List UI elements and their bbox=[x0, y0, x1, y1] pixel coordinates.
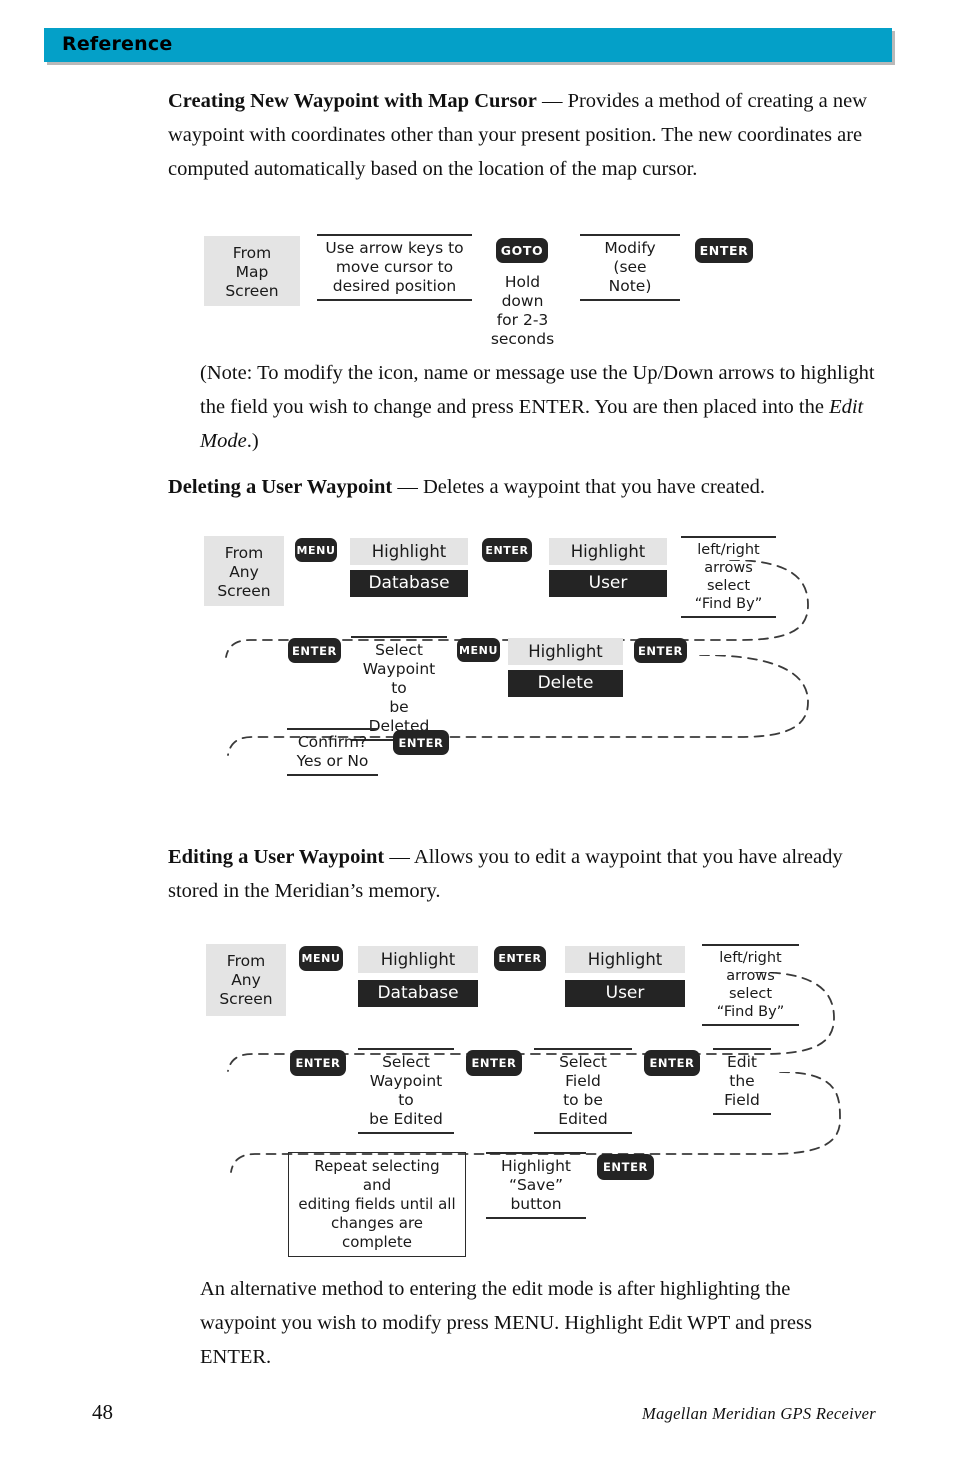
flow-edit-key-menu-row1[interactable]: MENU bbox=[299, 946, 343, 971]
flow-delete-connector-row2-row3 bbox=[140, 655, 830, 760]
flow-create-node-from-map-screen: From Map Screen bbox=[204, 236, 300, 306]
flow-delete-node-select-waypoint: Select Waypoint to be Deleted bbox=[351, 636, 447, 741]
flow-edit-key-enter-row2-c[interactable]: ENTER bbox=[644, 1050, 700, 1076]
section-creating-paragraph: Creating New Waypoint with Map Cursor — … bbox=[168, 84, 880, 186]
flow-edit-node-user: User bbox=[565, 980, 685, 1007]
footer-product-name: Magellan Meridian GPS Receiver bbox=[642, 1404, 876, 1423]
flow-create-key-goto[interactable]: GOTO bbox=[496, 238, 548, 263]
flow-delete-node-find-by: left/right arrows select “Find By” bbox=[681, 536, 776, 618]
flow-delete-node-highlight-user-top: Highlight bbox=[549, 538, 667, 565]
flow-delete-node-confirm: Confirm? Yes or No bbox=[287, 728, 378, 776]
flow-delete-key-enter-row2-b[interactable]: ENTER bbox=[634, 638, 687, 663]
flow-edit-key-enter-row1[interactable]: ENTER bbox=[494, 946, 546, 971]
flow-edit-node-from-any-screen: From Any Screen bbox=[206, 944, 286, 1016]
flow-edit-node-highlight-database-top: Highlight bbox=[358, 946, 478, 973]
section-editing-heading: Editing a User Waypoint bbox=[168, 846, 385, 868]
flow-create-node-hold-down: Hold down for 2-3 seconds bbox=[490, 273, 555, 348]
flow-edit-node-repeat-selecting: Repeat selecting and editing fields unti… bbox=[288, 1152, 466, 1257]
flow-edit-key-enter-row2-b[interactable]: ENTER bbox=[466, 1050, 522, 1076]
note-text-after: .) bbox=[246, 430, 259, 452]
flow-create-node-use-arrow-keys: Use arrow keys to move cursor to desired… bbox=[317, 234, 472, 301]
footer-page-number: 48 bbox=[92, 1400, 113, 1424]
flow-create-key-enter[interactable]: ENTER bbox=[695, 238, 753, 263]
flow-delete-key-enter-row3[interactable]: ENTER bbox=[393, 730, 449, 755]
alternative-method-paragraph: An alternative method to entering the ed… bbox=[200, 1272, 868, 1374]
flow-delete-key-menu-row1[interactable]: MENU bbox=[295, 538, 337, 562]
flow-edit-key-enter-row2-a[interactable]: ENTER bbox=[290, 1050, 346, 1076]
flow-delete-node-highlight-delete-top: Highlight bbox=[508, 638, 623, 665]
flow-edit-node-edit-the-field: Edit the Field bbox=[713, 1048, 771, 1115]
flow-delete-key-menu-row2[interactable]: MENU bbox=[457, 638, 500, 662]
flow-edit-node-select-waypoint: Select Waypoint to be Edited bbox=[358, 1048, 454, 1134]
flow-edit-key-enter-row3[interactable]: ENTER bbox=[597, 1154, 654, 1180]
section-creating-dash: — bbox=[536, 90, 568, 112]
flow-delete-node-database: Database bbox=[350, 570, 468, 597]
section-deleting-body: Deletes a waypoint that you have created… bbox=[422, 476, 766, 498]
flow-edit-node-database: Database bbox=[358, 980, 478, 1007]
flow-edit-node-highlight-user-top: Highlight bbox=[565, 946, 685, 973]
flow-delete-node-delete: Delete bbox=[508, 670, 623, 697]
page-header-title: Reference bbox=[62, 33, 173, 55]
page-header-band: Reference bbox=[44, 28, 892, 62]
flow-edit-node-find-by: left/right arrows select “Find By” bbox=[702, 944, 799, 1026]
section-deleting-paragraph: Deleting a User Waypoint — Deletes a way… bbox=[168, 470, 898, 504]
note-paragraph: (Note: To modify the icon, name or messa… bbox=[200, 356, 880, 458]
flow-delete-node-user: User bbox=[549, 570, 667, 597]
flow-delete-key-enter-row2-a[interactable]: ENTER bbox=[288, 638, 341, 663]
flow-create-node-modify: Modify (see Note) bbox=[580, 234, 680, 301]
section-creating-heading: Creating New Waypoint with Map Cursor bbox=[168, 90, 537, 112]
flow-edit-node-select-field: Select Field to be Edited bbox=[534, 1048, 632, 1134]
flow-delete-node-highlight-database-top: Highlight bbox=[350, 538, 468, 565]
section-editing-paragraph: Editing a User Waypoint — Allows you to … bbox=[168, 840, 868, 908]
section-deleting-dash: — bbox=[392, 476, 423, 498]
note-text-before: (Note: To modify the icon, name or messa… bbox=[200, 362, 875, 418]
section-deleting-heading: Deleting a User Waypoint bbox=[168, 476, 393, 498]
flow-delete-key-enter-row1[interactable]: ENTER bbox=[482, 538, 532, 562]
flow-edit-node-highlight-save: Highlight “Save” button bbox=[486, 1152, 586, 1219]
section-editing-dash: — bbox=[384, 846, 414, 868]
alternative-method-text: An alternative method to entering the ed… bbox=[200, 1278, 812, 1368]
flow-delete-node-from-any-screen: From Any Screen bbox=[204, 536, 284, 606]
